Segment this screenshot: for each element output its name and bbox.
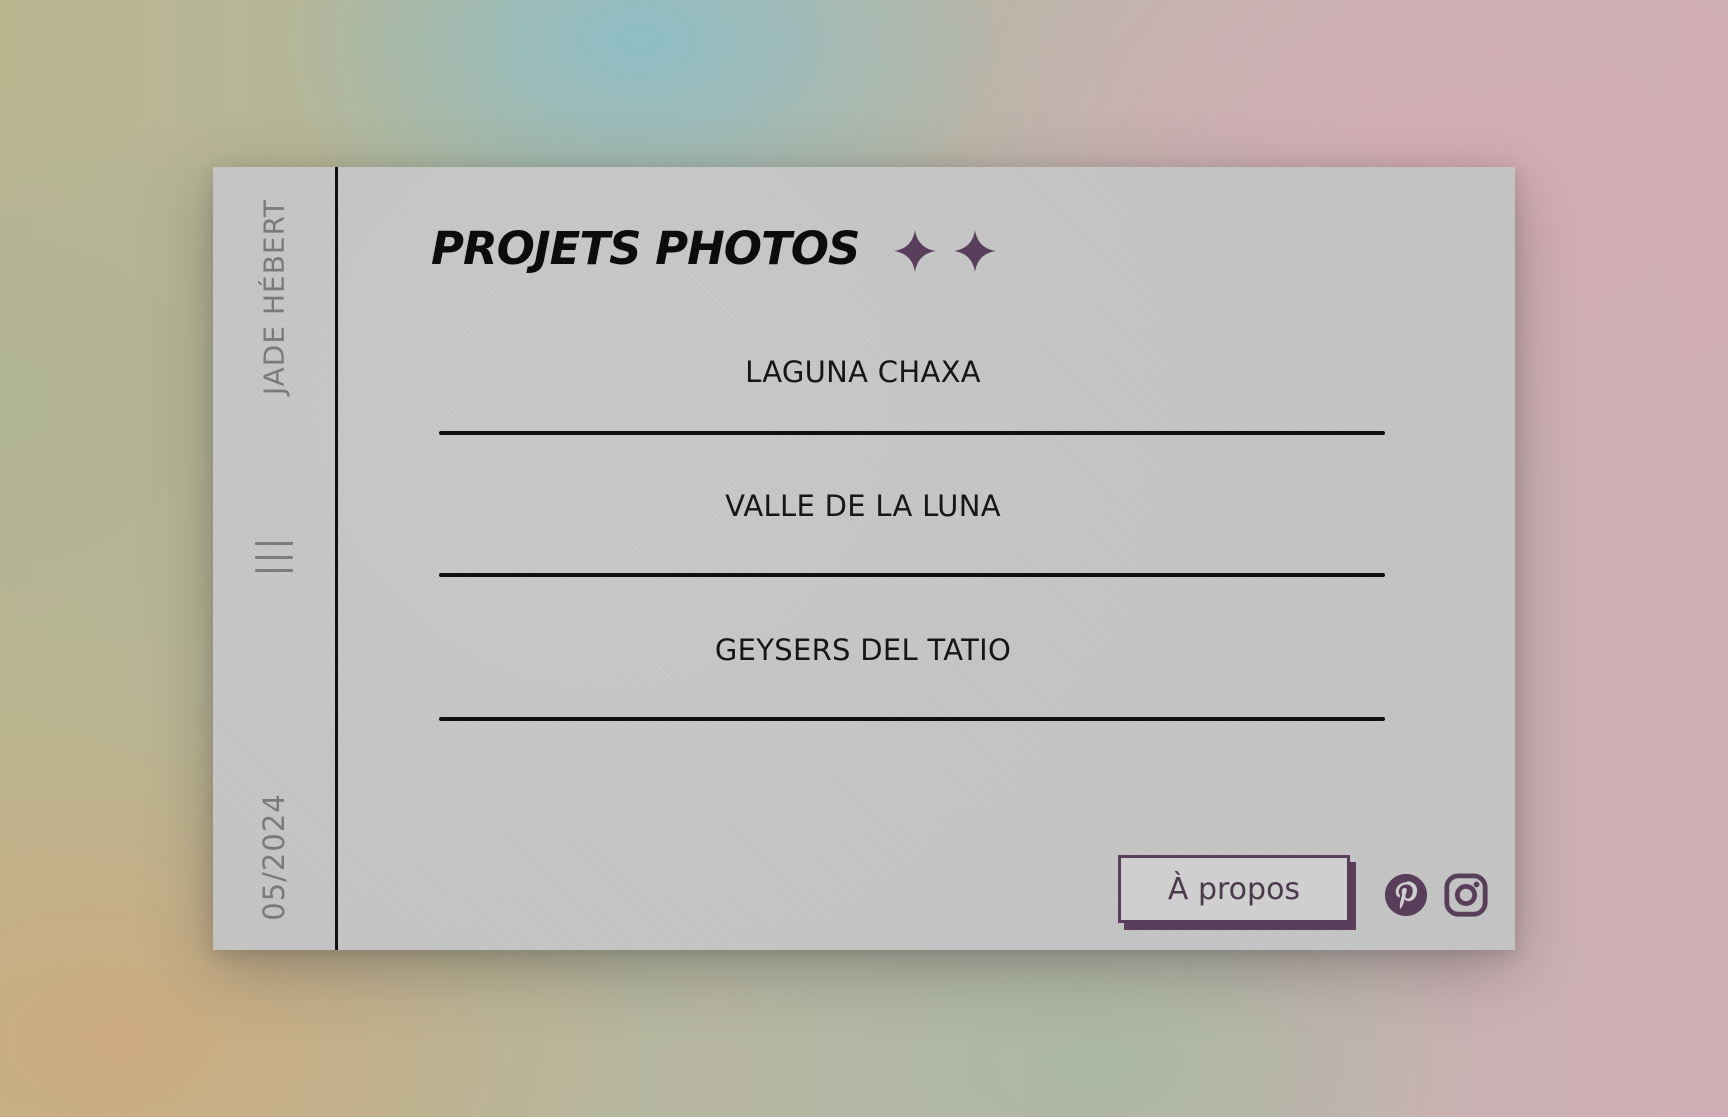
social-links (1383, 872, 1489, 918)
sparkles-decoration (893, 229, 997, 273)
page-title: PROJETS PHOTOS (431, 222, 860, 275)
sparkle-icon (894, 229, 937, 272)
instagram-icon[interactable] (1443, 872, 1489, 918)
project-link-geysers-del-tatio[interactable]: GEYSERS DEL TATIO (439, 633, 1385, 721)
sidebar-divider (335, 167, 338, 950)
menu-bar (255, 569, 293, 572)
menu-bar (255, 555, 293, 559)
author-name: JADE HÉBERT (257, 198, 291, 396)
header: PROJETS PHOTOS (431, 222, 997, 275)
date-label: 05/2024 (257, 793, 291, 921)
about-button[interactable]: À propos (1118, 855, 1350, 923)
portfolio-card: JADE HÉBERT 05/2024 PROJETS PHOTOS LAGUN… (213, 167, 1515, 950)
project-label: GEYSERS DEL TATIO (714, 633, 1012, 667)
sparkle-icon (954, 229, 997, 272)
about-button-wrapper: À propos (1118, 855, 1356, 930)
project-divider (439, 717, 1385, 721)
project-divider (439, 573, 1385, 577)
sidebar: JADE HÉBERT 05/2024 (213, 167, 335, 950)
menu-bar (255, 542, 293, 545)
project-link-laguna-chaxa[interactable]: LAGUNA CHAXA (439, 355, 1385, 435)
pinterest-icon[interactable] (1383, 872, 1429, 918)
hamburger-menu-icon[interactable] (255, 542, 293, 572)
project-divider (439, 431, 1385, 435)
project-label: LAGUNA CHAXA (745, 355, 981, 389)
project-label: VALLE DE LA LUNA (725, 489, 1001, 523)
project-link-valle-de-la-luna[interactable]: VALLE DE LA LUNA (439, 489, 1385, 577)
